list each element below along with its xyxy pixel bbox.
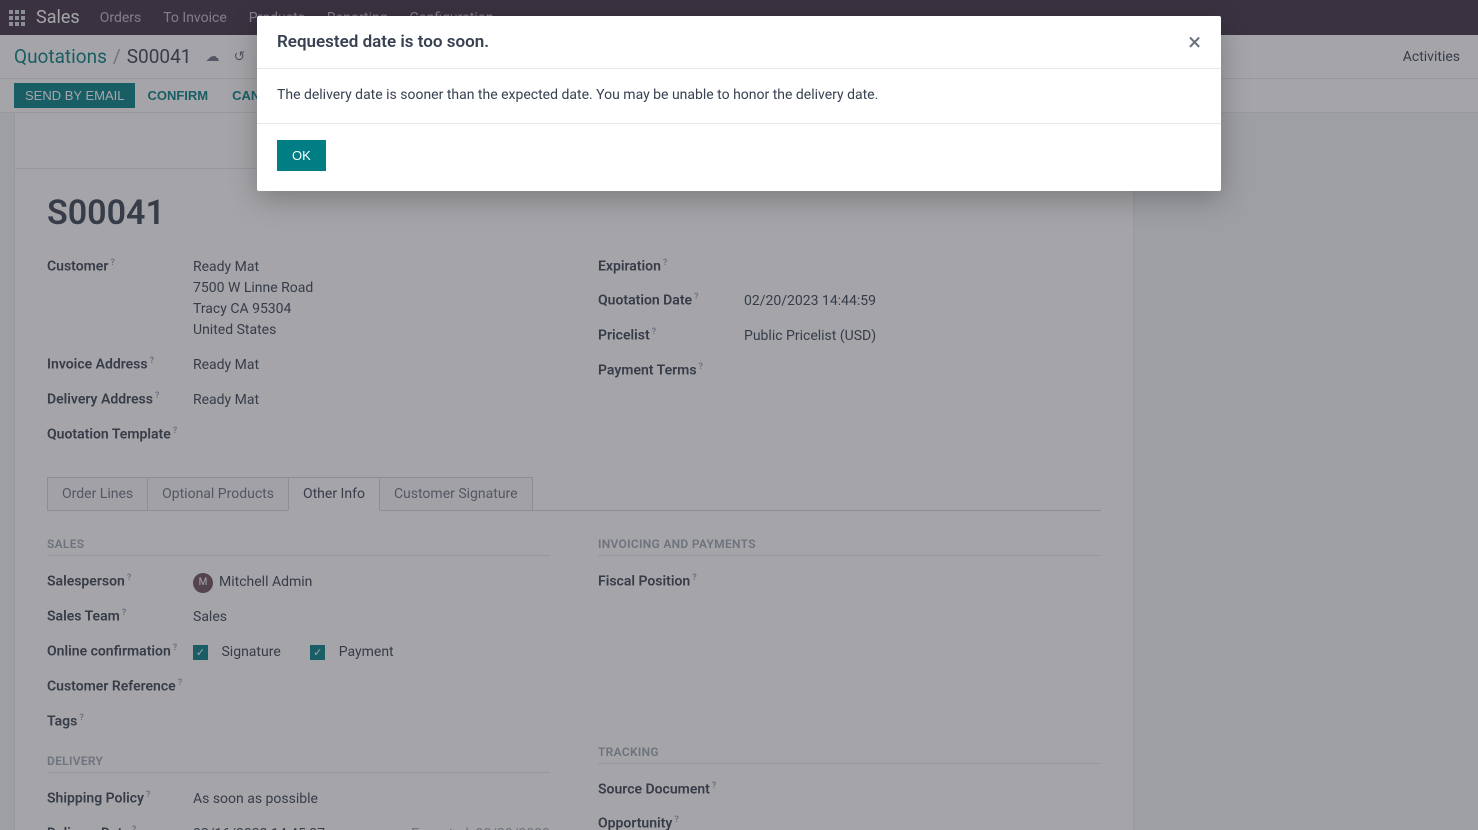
close-icon[interactable]: × [1188,30,1201,54]
dialog-title: Requested date is too soon. [277,32,1188,52]
dialog-body: The delivery date is sooner than the exp… [257,69,1221,123]
ok-button[interactable]: Ok [277,140,326,171]
warning-dialog: Requested date is too soon. × The delive… [257,16,1221,191]
